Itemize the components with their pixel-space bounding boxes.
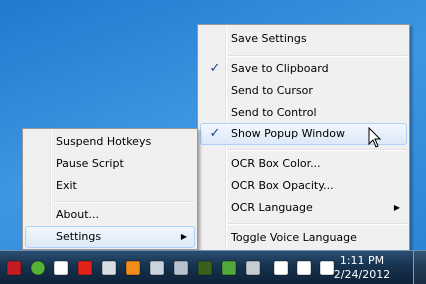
action-center-flag-icon[interactable] [273, 260, 289, 276]
menu-item-about[interactable]: About... [25, 204, 195, 226]
menu-item-label: OCR Box Color... [231, 157, 321, 170]
orange-box-tray-icon[interactable] [125, 260, 141, 276]
menu-item-send-to-cursor[interactable]: Send to Cursor [200, 80, 407, 102]
autohotkey-tray-icon[interactable] [6, 260, 22, 276]
menu-separator [228, 223, 407, 225]
menu-item-label: Save to Clipboard [231, 62, 329, 75]
shield-tray-icon[interactable] [221, 260, 237, 276]
menu-item-suspend-hotkeys[interactable]: Suspend Hotkeys [25, 131, 195, 153]
script-tray-menu: Suspend Hotkeys Pause Script Exit About.… [22, 128, 198, 250]
menu-item-save-settings[interactable]: Save Settings [200, 28, 407, 50]
menu-item-pause-script[interactable]: Pause Script [25, 153, 195, 175]
chip-tray-icon[interactable] [197, 260, 213, 276]
menu-item-label: Send to Control [231, 106, 317, 119]
menu-item-label: About... [56, 208, 100, 221]
submenu-arrow-icon: ▶ [180, 232, 187, 241]
menu-item-label: Send to Cursor [231, 84, 313, 97]
camera-tray-icon[interactable] [173, 260, 189, 276]
menu-item-label: Settings [56, 230, 102, 243]
menu-item-ocr-box-opacity[interactable]: OCR Box Opacity... [200, 175, 407, 197]
red-stop-tray-icon[interactable] [77, 260, 93, 276]
menu-item-label: OCR Box Opacity... [231, 179, 334, 192]
menu-separator [228, 149, 407, 151]
checkmark-icon: ✓ [209, 126, 221, 141]
menu-item-toggle-voice-language[interactable]: Toggle Voice Language [200, 227, 407, 249]
submenu-arrow-icon: ▶ [393, 203, 400, 212]
menu-item-label: Exit [56, 179, 77, 192]
menu-item-settings[interactable]: Settings ▶ [25, 226, 195, 248]
menu-item-label: Save Settings [231, 32, 307, 45]
gmail-tray-icon[interactable] [101, 260, 117, 276]
menu-item-label: OCR Language [231, 201, 313, 214]
menu-item-label: Show Popup Window [231, 127, 345, 140]
menu-item-send-to-control[interactable]: Send to Control [200, 102, 407, 124]
show-desktop-button[interactable] [413, 251, 426, 284]
menu-item-ocr-language[interactable]: OCR Language ▶ [200, 197, 407, 219]
menu-item-save-to-clipboard[interactable]: ✓ Save to Clipboard [200, 58, 407, 80]
checkmark-icon: ✓ [209, 61, 221, 76]
menu-item-label: Suspend Hotkeys [56, 135, 152, 148]
menu-separator [228, 55, 407, 57]
menu-item-label: Pause Script [56, 157, 124, 170]
email-tray-icon[interactable] [149, 260, 165, 276]
windows-flag-tray-icon[interactable] [53, 260, 69, 276]
network-icon[interactable] [296, 260, 312, 276]
mouse-pointer-icon [368, 127, 382, 148]
menu-item-ocr-box-color[interactable]: OCR Box Color... [200, 153, 407, 175]
taskbar-clock[interactable]: 1:11 PM 2/24/2012 [326, 254, 398, 282]
taskbar: 1:11 PM 2/24/2012 [0, 250, 426, 284]
clock-date: 2/24/2012 [333, 268, 391, 281]
monitor-tray-icon[interactable] [245, 260, 261, 276]
utorrent-tray-icon[interactable] [30, 260, 46, 276]
menu-separator [53, 201, 195, 203]
clock-time: 1:11 PM [339, 254, 385, 267]
menu-item-exit[interactable]: Exit [25, 175, 195, 197]
menu-item-label: Toggle Voice Language [231, 231, 357, 244]
